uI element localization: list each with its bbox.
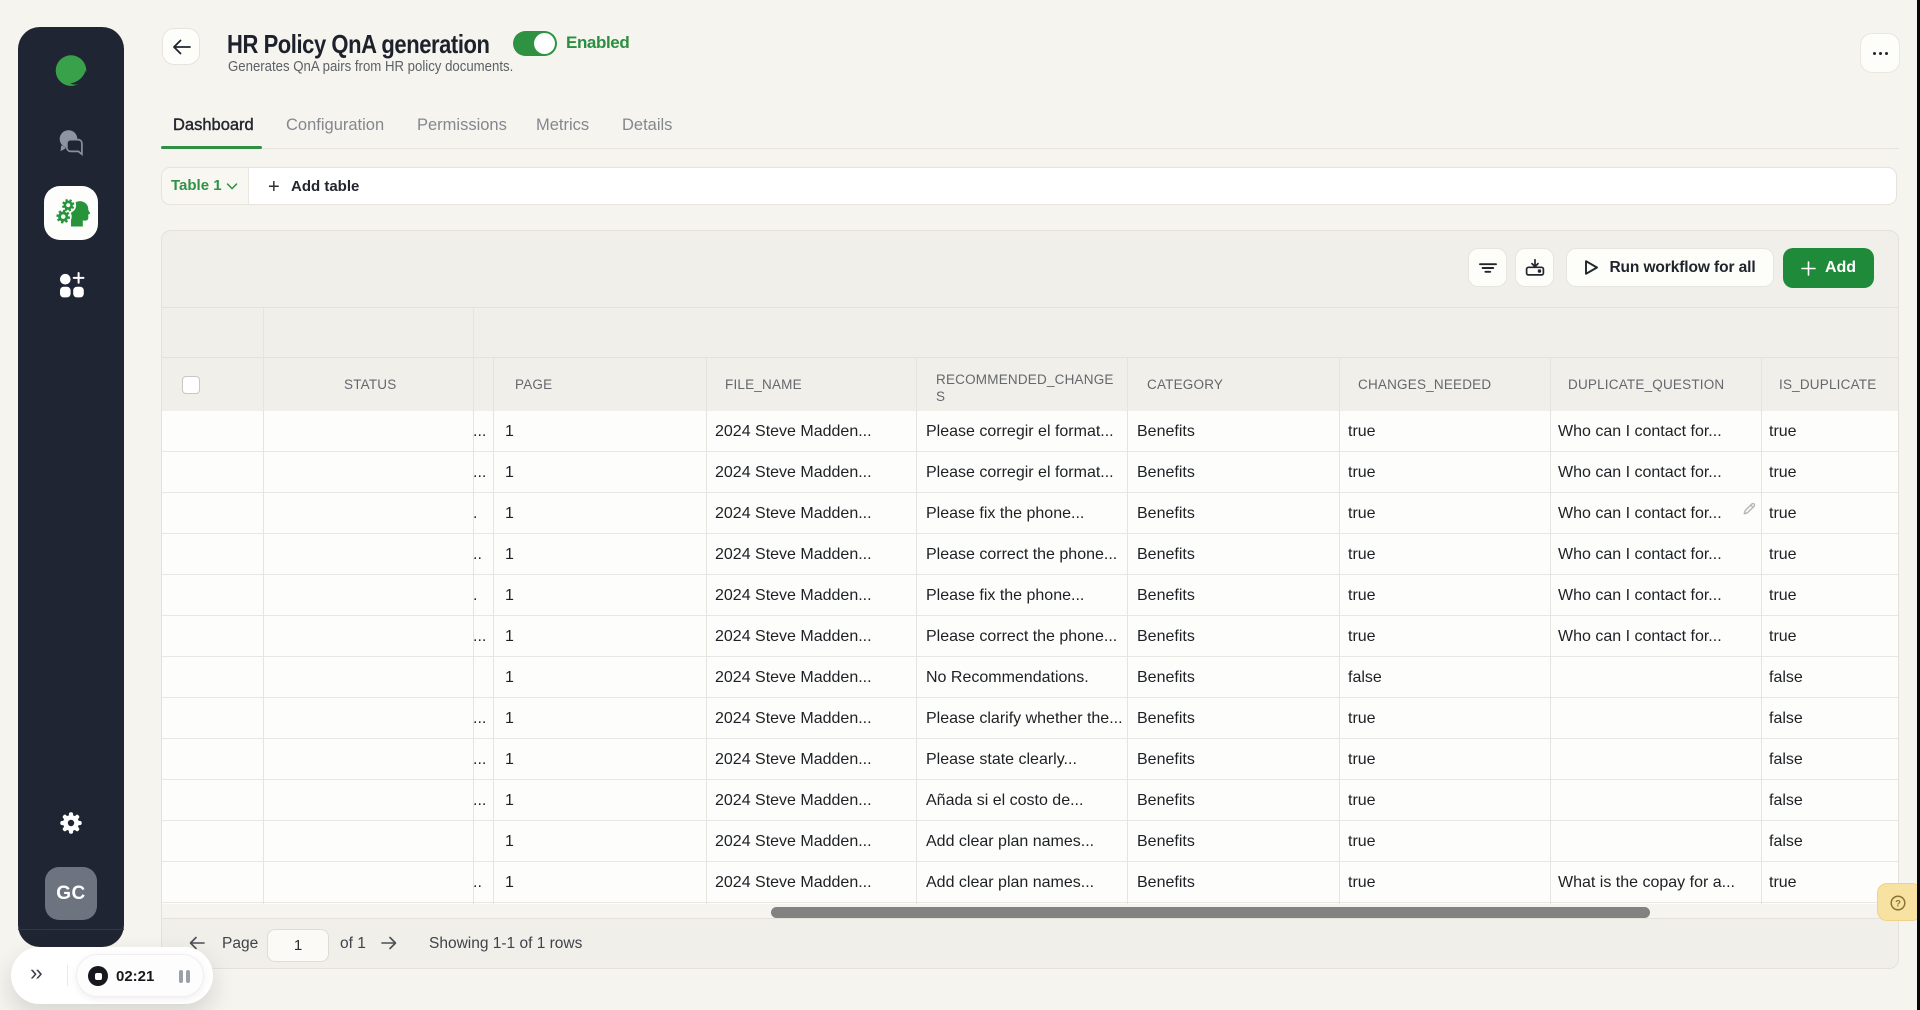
svg-text:?: ? <box>1895 898 1901 909</box>
